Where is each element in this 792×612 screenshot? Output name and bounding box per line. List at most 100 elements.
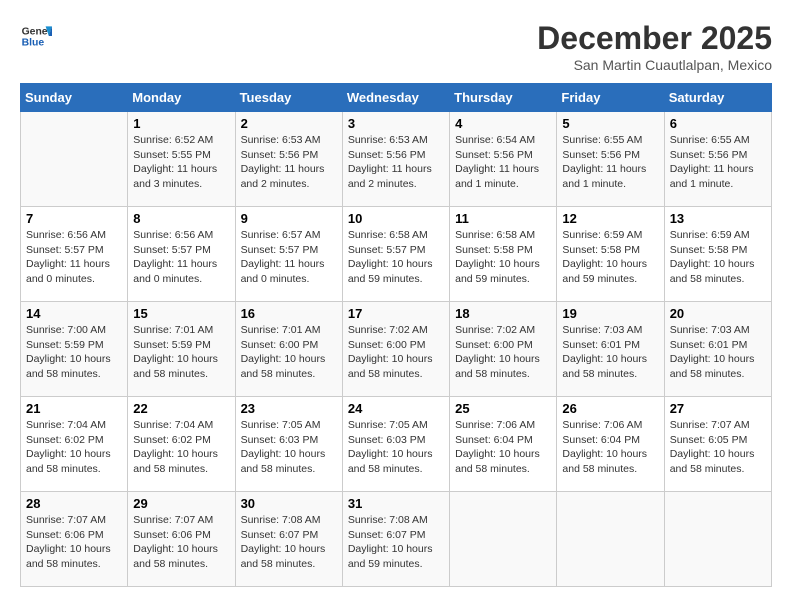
calendar-cell: 18 Sunrise: 7:02 AMSunset: 6:00 PMDayligh… [450,302,557,397]
day-info: Sunrise: 6:59 AMSunset: 5:58 PMDaylight:… [562,228,658,287]
day-info: Sunrise: 6:57 AMSunset: 5:57 PMDaylight:… [241,228,337,287]
calendar-cell: 9 Sunrise: 6:57 AMSunset: 5:57 PMDaylight… [235,207,342,302]
header-row: SundayMondayTuesdayWednesdayThursdayFrid… [21,84,772,112]
day-info: Sunrise: 7:04 AMSunset: 6:02 PMDaylight:… [26,418,122,477]
day-info: Sunrise: 7:03 AMSunset: 6:01 PMDaylight:… [670,323,766,382]
day-info: Sunrise: 7:07 AMSunset: 6:06 PMDaylight:… [133,513,229,572]
day-number: 26 [562,401,658,416]
month-title: December 2025 [537,20,772,57]
day-info: Sunrise: 6:58 AMSunset: 5:58 PMDaylight:… [455,228,551,287]
day-number: 29 [133,496,229,511]
day-info: Sunrise: 6:56 AMSunset: 5:57 PMDaylight:… [133,228,229,287]
calendar-cell: 12 Sunrise: 6:59 AMSunset: 5:58 PMDayligh… [557,207,664,302]
day-number: 12 [562,211,658,226]
day-number: 21 [26,401,122,416]
day-number: 6 [670,116,766,131]
calendar-cell: 4 Sunrise: 6:54 AMSunset: 5:56 PMDaylight… [450,112,557,207]
day-number: 5 [562,116,658,131]
day-number: 2 [241,116,337,131]
calendar-cell: 17 Sunrise: 7:02 AMSunset: 6:00 PMDayligh… [342,302,449,397]
day-info: Sunrise: 6:55 AMSunset: 5:56 PMDaylight:… [562,133,658,192]
day-info: Sunrise: 7:02 AMSunset: 6:00 PMDaylight:… [348,323,444,382]
page-header: General Blue December 2025 San Martin Cu… [20,20,772,73]
day-info: Sunrise: 7:03 AMSunset: 6:01 PMDaylight:… [562,323,658,382]
day-number: 10 [348,211,444,226]
calendar-cell: 14Sunrise: 7:00 AMSunset: 5:59 PMDayligh… [21,302,128,397]
day-info: Sunrise: 6:54 AMSunset: 5:56 PMDaylight:… [455,133,551,192]
day-info: Sunrise: 7:08 AMSunset: 6:07 PMDaylight:… [348,513,444,572]
day-info: Sunrise: 7:02 AMSunset: 6:00 PMDaylight:… [455,323,551,382]
logo-icon: General Blue [20,20,52,52]
weekday-header-wednesday: Wednesday [342,84,449,112]
calendar-cell: 3 Sunrise: 6:53 AMSunset: 5:56 PMDaylight… [342,112,449,207]
calendar-cell: 27Sunrise: 7:07 AMSunset: 6:05 PMDayligh… [664,397,771,492]
day-info: Sunrise: 7:06 AMSunset: 6:04 PMDaylight:… [455,418,551,477]
day-info: Sunrise: 7:06 AMSunset: 6:04 PMDaylight:… [562,418,658,477]
weekday-header-sunday: Sunday [21,84,128,112]
calendar-cell [557,492,664,587]
day-number: 9 [241,211,337,226]
calendar-cell: 26 Sunrise: 7:06 AMSunset: 6:04 PMDayligh… [557,397,664,492]
day-info: Sunrise: 6:53 AMSunset: 5:56 PMDaylight:… [348,133,444,192]
day-info: Sunrise: 6:59 AMSunset: 5:58 PMDaylight:… [670,228,766,287]
weekday-header-tuesday: Tuesday [235,84,342,112]
day-info: Sunrise: 7:01 AMSunset: 5:59 PMDaylight:… [133,323,229,382]
calendar-table: SundayMondayTuesdayWednesdayThursdayFrid… [20,83,772,587]
day-number: 22 [133,401,229,416]
day-number: 1 [133,116,229,131]
day-number: 18 [455,306,551,321]
day-info: Sunrise: 7:00 AMSunset: 5:59 PMDaylight:… [26,323,122,382]
calendar-cell: 7Sunrise: 6:56 AMSunset: 5:57 PMDaylight… [21,207,128,302]
day-number: 28 [26,496,122,511]
calendar-cell [664,492,771,587]
day-number: 23 [241,401,337,416]
day-number: 17 [348,306,444,321]
title-block: December 2025 San Martin Cuautlalpan, Me… [537,20,772,73]
day-number: 3 [348,116,444,131]
week-row-4: 21 Sunrise: 7:04 AMSunset: 6:02 PMDayligh… [21,397,772,492]
day-info: Sunrise: 6:55 AMSunset: 5:56 PMDaylight:… [670,133,766,192]
week-row-5: 28 Sunrise: 7:07 AMSunset: 6:06 PMDayligh… [21,492,772,587]
day-number: 11 [455,211,551,226]
day-number: 24 [348,401,444,416]
day-number: 19 [562,306,658,321]
day-info: Sunrise: 7:05 AMSunset: 6:03 PMDaylight:… [241,418,337,477]
day-info: Sunrise: 7:08 AMSunset: 6:07 PMDaylight:… [241,513,337,572]
weekday-header-monday: Monday [128,84,235,112]
calendar-cell: 30 Sunrise: 7:08 AMSunset: 6:07 PMDayligh… [235,492,342,587]
weekday-header-thursday: Thursday [450,84,557,112]
calendar-cell: 8 Sunrise: 6:56 AMSunset: 5:57 PMDaylight… [128,207,235,302]
day-number: 13 [670,211,766,226]
svg-text:Blue: Blue [22,38,45,49]
day-number: 30 [241,496,337,511]
calendar-cell [21,112,128,207]
day-info: Sunrise: 7:04 AMSunset: 6:02 PMDaylight:… [133,418,229,477]
weekday-header-friday: Friday [557,84,664,112]
day-number: 4 [455,116,551,131]
calendar-cell: 21 Sunrise: 7:04 AMSunset: 6:02 PMDayligh… [21,397,128,492]
day-number: 7 [26,211,122,226]
day-number: 27 [670,401,766,416]
calendar-cell: 10 Sunrise: 6:58 AMSunset: 5:57 PMDayligh… [342,207,449,302]
logo: General Blue [20,20,52,52]
calendar-cell: 2Sunrise: 6:53 AMSunset: 5:56 PMDaylight… [235,112,342,207]
calendar-cell: 28Sunrise: 7:07 AMSunset: 6:06 PMDayligh… [21,492,128,587]
day-info: Sunrise: 6:52 AMSunset: 5:55 PMDaylight:… [133,133,229,192]
week-row-3: 14Sunrise: 7:00 AMSunset: 5:59 PMDayligh… [21,302,772,397]
day-number: 31 [348,496,444,511]
day-number: 15 [133,306,229,321]
calendar-cell [450,492,557,587]
day-info: Sunrise: 7:05 AMSunset: 6:03 PMDaylight:… [348,418,444,477]
day-info: Sunrise: 6:58 AMSunset: 5:57 PMDaylight:… [348,228,444,287]
calendar-cell: 13 Sunrise: 6:59 AMSunset: 5:58 PMDayligh… [664,207,771,302]
day-number: 8 [133,211,229,226]
location: San Martin Cuautlalpan, Mexico [537,57,772,73]
calendar-cell: 6 Sunrise: 6:55 AMSunset: 5:56 PMDaylight… [664,112,771,207]
day-number: 20 [670,306,766,321]
calendar-cell: 16Sunrise: 7:01 AMSunset: 6:00 PMDayligh… [235,302,342,397]
calendar-cell: 19 Sunrise: 7:03 AMSunset: 6:01 PMDayligh… [557,302,664,397]
calendar-cell: 11 Sunrise: 6:58 AMSunset: 5:58 PMDayligh… [450,207,557,302]
calendar-cell: 15 Sunrise: 7:01 AMSunset: 5:59 PMDayligh… [128,302,235,397]
calendar-cell: 1 Sunrise: 6:52 AMSunset: 5:55 PMDaylight… [128,112,235,207]
weekday-header-saturday: Saturday [664,84,771,112]
